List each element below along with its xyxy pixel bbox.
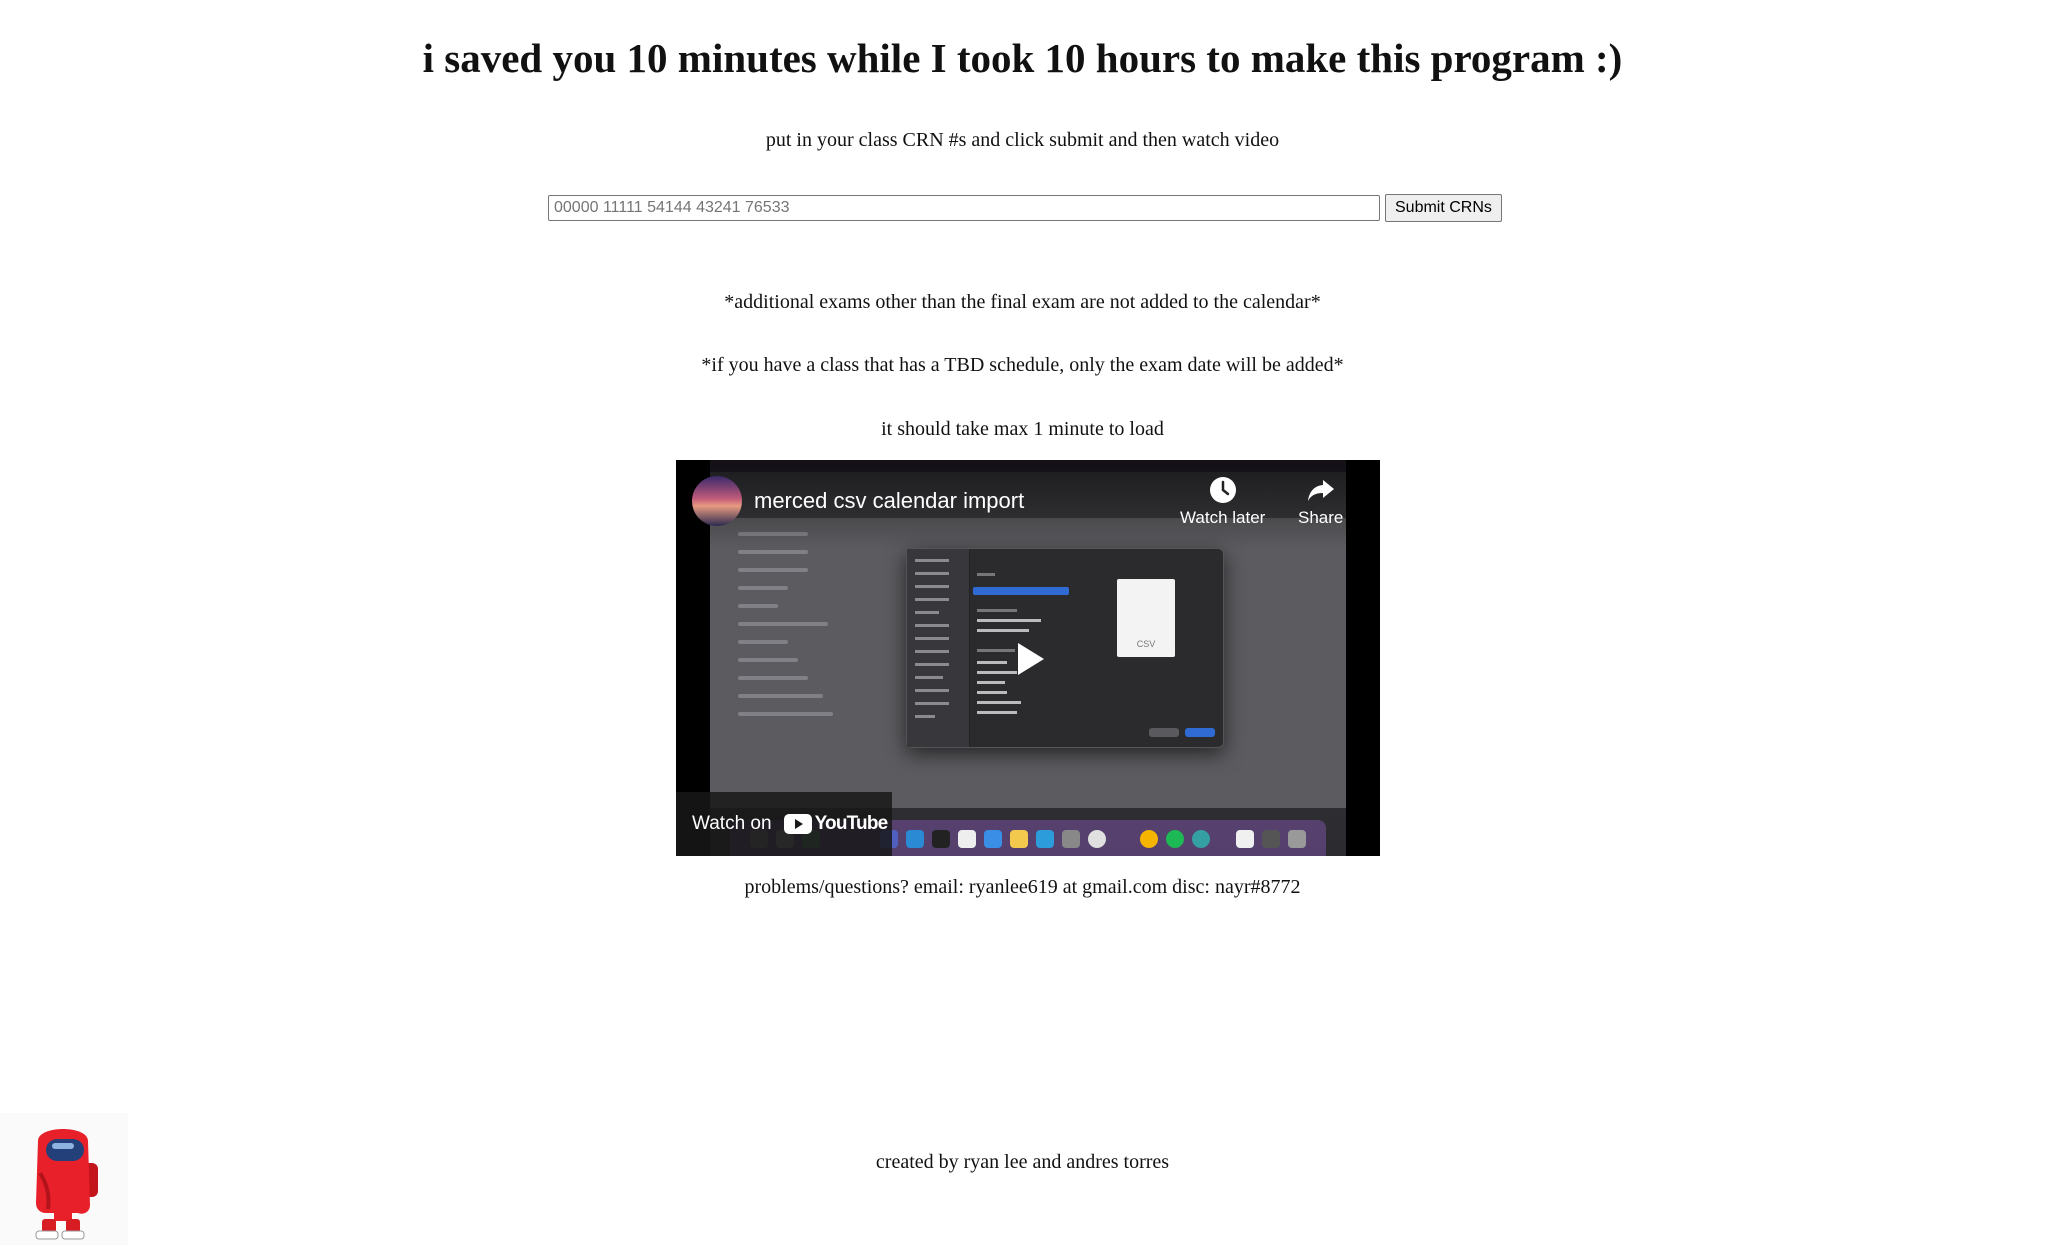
thumbnail-file-dialog: CSV — [906, 548, 1224, 748]
clock-icon — [1209, 477, 1236, 503]
crn-input[interactable] — [548, 195, 1380, 221]
tbd-note: *if you have a class that has a TBD sche… — [701, 354, 1344, 376]
watch-later-label: Watch later — [1180, 508, 1266, 527]
watch-on-label: Watch on — [692, 813, 772, 834]
share-icon — [1307, 480, 1334, 501]
video-title[interactable]: merced csv calendar import — [754, 488, 1024, 514]
instructions-text: put in your class CRN #s and click submi… — [765, 129, 1280, 151]
watch-later-button[interactable]: Watch later — [1180, 474, 1265, 528]
load-time-note: it should take max 1 minute to load — [881, 418, 1164, 440]
submit-crns-button[interactable]: Submit CRNs — [1385, 194, 1502, 222]
thumbnail-settings-sidebar — [730, 518, 840, 778]
page-title: i saved you 10 minutes while I took 10 h… — [422, 35, 1623, 81]
csv-file-label: CSV — [1136, 639, 1156, 649]
youtube-logo: YouTube — [783, 813, 889, 835]
play-icon[interactable] — [1002, 633, 1054, 685]
share-label: Share — [1298, 508, 1344, 527]
contact-info: problems/questions? email: ryanlee619 at… — [744, 876, 1301, 898]
credits-text: created by ryan lee and andres torres — [875, 1151, 1170, 1173]
youtube-wordmark: YouTube — [814, 813, 889, 834]
csv-file-icon: CSV — [1117, 579, 1175, 657]
exams-note: *additional exams other than the final e… — [724, 291, 1321, 313]
youtube-play-icon — [783, 814, 812, 834]
channel-avatar[interactable] — [692, 476, 742, 526]
crn-form: Submit CRNs — [548, 194, 1502, 222]
video-embed[interactable]: CSV merced csv calendar import Watch lat… — [676, 460, 1380, 856]
watch-on-youtube-link[interactable]: Watch on YouTube — [676, 792, 892, 856]
share-button[interactable]: Share — [1298, 474, 1343, 528]
among-us-crewmate-icon — [0, 1113, 128, 1245]
